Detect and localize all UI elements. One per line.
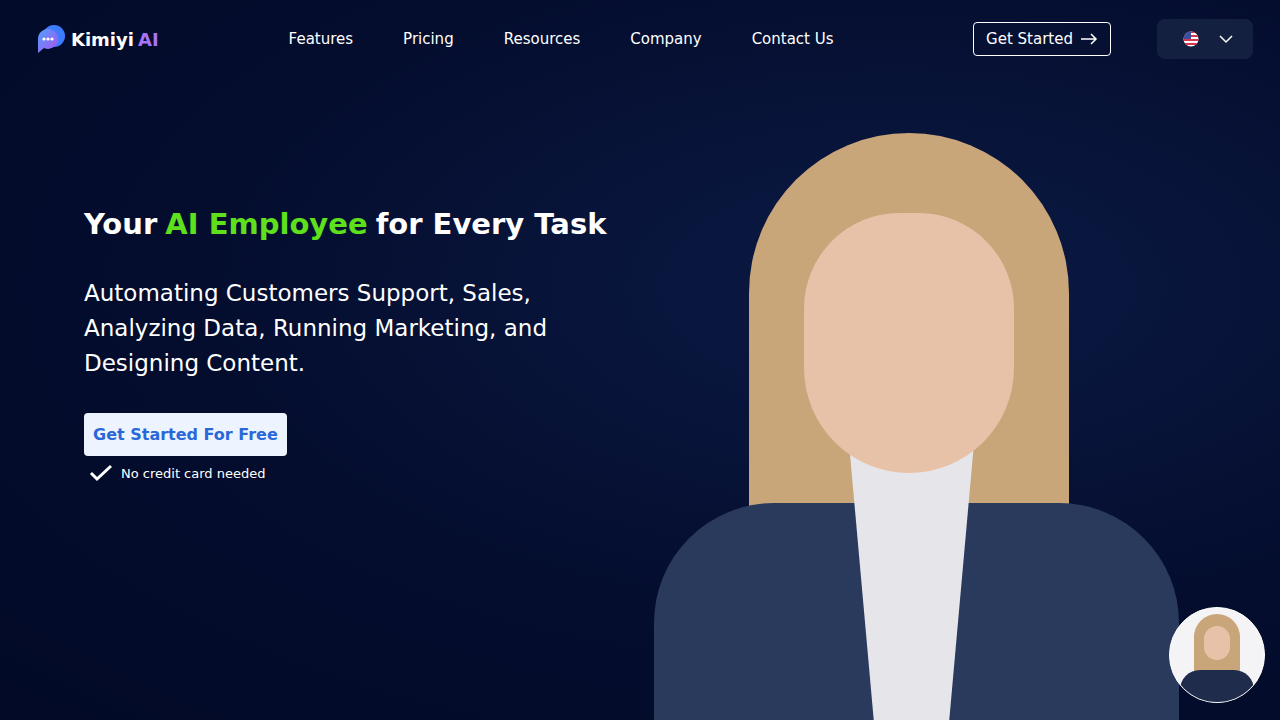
logo[interactable]: KimiyiAI: [35, 23, 159, 55]
logo-suffix: AI: [138, 29, 159, 50]
logo-name: Kimiyi: [71, 29, 134, 50]
get-started-button[interactable]: Get Started: [973, 22, 1111, 56]
nav-item[interactable]: Company: [630, 30, 701, 48]
language-selector[interactable]: [1157, 19, 1253, 59]
nav-item[interactable]: Resources: [504, 30, 581, 48]
nav-item[interactable]: Contact Us: [752, 30, 834, 48]
title-part: AI Employee: [165, 207, 367, 241]
header: KimiyiAI Features Pricing Resources Company C…: [0, 0, 1280, 78]
hero-text: YourAI Employee for Every Task Automating …: [0, 78, 644, 482]
hero-title: YourAI Employee for Every Task: [84, 206, 644, 242]
no-card-note: No credit card needed: [84, 464, 644, 482]
hero-photo: [654, 133, 1179, 720]
hero: YourAI Employee for Every Task Automating …: [0, 78, 1280, 720]
nav-item[interactable]: Pricing: [403, 30, 454, 48]
chat-avatar[interactable]: [1169, 607, 1265, 703]
cta-button[interactable]: Get Started For Free: [84, 413, 287, 456]
hero-subtitle: Automating Customers Support, Sales, Ana…: [84, 276, 624, 381]
check-icon: [89, 464, 113, 482]
chevron-down-icon: [1219, 34, 1233, 44]
main-nav: Features Pricing Resources Company Contact U…: [289, 30, 834, 48]
us-flag-icon: [1183, 31, 1199, 47]
landing-page: KimiyiAI Features Pricing Resources Company C…: [0, 0, 1280, 720]
chat-bubble-logo-icon: [35, 23, 67, 55]
nav-item[interactable]: Features: [289, 30, 354, 48]
arrow-right-icon: [1080, 33, 1098, 45]
title-part: Your: [84, 207, 157, 241]
title-part: for Every Task: [376, 207, 607, 241]
